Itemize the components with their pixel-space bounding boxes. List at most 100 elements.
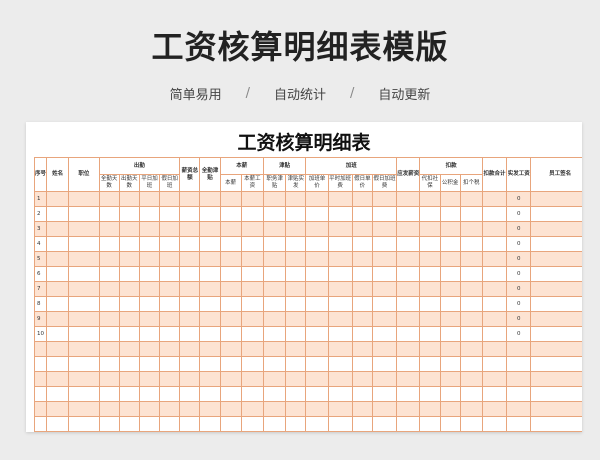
- table-cell[interactable]: [138, 311, 161, 327]
- table-cell[interactable]: [219, 326, 242, 342]
- table-cell[interactable]: [199, 206, 221, 222]
- table-cell[interactable]: [179, 236, 201, 252]
- table-cell[interactable]: [159, 371, 181, 387]
- table-cell[interactable]: [138, 206, 161, 222]
- table-cell[interactable]: [219, 206, 242, 222]
- table-cell[interactable]: [371, 281, 398, 297]
- table-cell[interactable]: [351, 236, 373, 252]
- table-cell[interactable]: [371, 311, 398, 327]
- table-cell[interactable]: [285, 401, 307, 417]
- table-cell[interactable]: [138, 401, 161, 417]
- row-seq-cell[interactable]: 4: [33, 236, 48, 252]
- table-cell[interactable]: [371, 251, 398, 267]
- table-cell[interactable]: [530, 326, 582, 342]
- table-cell[interactable]: [118, 401, 140, 417]
- table-cell[interactable]: [481, 266, 508, 282]
- table-cell[interactable]: [481, 311, 508, 327]
- table-cell[interactable]: [530, 221, 582, 237]
- table-cell[interactable]: [118, 386, 140, 402]
- table-cell[interactable]: [371, 371, 398, 387]
- table-cell[interactable]: [530, 281, 582, 297]
- table-cell[interactable]: [262, 206, 287, 222]
- table-cell[interactable]: [419, 356, 441, 372]
- table-cell[interactable]: [285, 206, 307, 222]
- table-cell[interactable]: [351, 326, 373, 342]
- row-seq-cell[interactable]: 10: [33, 326, 48, 342]
- table-cell[interactable]: [371, 341, 398, 357]
- table-cell[interactable]: [530, 416, 582, 432]
- table-cell[interactable]: [351, 191, 373, 207]
- table-cell[interactable]: [46, 296, 70, 312]
- table-cell[interactable]: [459, 401, 483, 417]
- table-cell[interactable]: [351, 221, 373, 237]
- table-cell[interactable]: [396, 251, 421, 267]
- table-cell[interactable]: [262, 221, 287, 237]
- table-cell[interactable]: [459, 221, 483, 237]
- table-cell[interactable]: [179, 356, 201, 372]
- table-cell[interactable]: [351, 356, 373, 372]
- table-cell[interactable]: [419, 326, 441, 342]
- table-cell[interactable]: [371, 206, 398, 222]
- net-pay-cell[interactable]: 0: [506, 326, 532, 342]
- table-cell[interactable]: [98, 236, 120, 252]
- table-cell[interactable]: [305, 296, 329, 312]
- table-cell[interactable]: [68, 236, 100, 252]
- table-cell[interactable]: [419, 206, 441, 222]
- table-cell[interactable]: [68, 251, 100, 267]
- table-cell[interactable]: [199, 296, 221, 312]
- table-cell[interactable]: [459, 206, 483, 222]
- table-cell[interactable]: [219, 266, 242, 282]
- table-cell[interactable]: [98, 341, 120, 357]
- row-seq-cell[interactable]: 2: [33, 206, 48, 222]
- table-cell[interactable]: [396, 236, 421, 252]
- table-cell[interactable]: [419, 191, 441, 207]
- table-cell[interactable]: [530, 266, 582, 282]
- table-cell[interactable]: [439, 191, 461, 207]
- table-cell[interactable]: [199, 341, 221, 357]
- table-cell[interactable]: [396, 206, 421, 222]
- table-cell[interactable]: [530, 386, 582, 402]
- table-cell[interactable]: [46, 341, 70, 357]
- table-cell[interactable]: [240, 221, 264, 237]
- table-cell[interactable]: [199, 266, 221, 282]
- table-cell[interactable]: [459, 191, 483, 207]
- table-cell[interactable]: [262, 356, 287, 372]
- table-cell[interactable]: [351, 311, 373, 327]
- net-pay-cell[interactable]: [506, 341, 532, 357]
- net-pay-cell[interactable]: [506, 416, 532, 432]
- table-cell[interactable]: [371, 356, 398, 372]
- table-cell[interactable]: [327, 206, 353, 222]
- table-cell[interactable]: [305, 341, 329, 357]
- table-cell[interactable]: [327, 266, 353, 282]
- row-seq-cell[interactable]: 3: [33, 221, 48, 237]
- table-cell[interactable]: [285, 356, 307, 372]
- table-cell[interactable]: [240, 341, 264, 357]
- table-cell[interactable]: [481, 356, 508, 372]
- table-cell[interactable]: [419, 281, 441, 297]
- table-cell[interactable]: [351, 281, 373, 297]
- table-cell[interactable]: [371, 386, 398, 402]
- table-cell[interactable]: [439, 401, 461, 417]
- table-cell[interactable]: [118, 266, 140, 282]
- table-cell[interactable]: [98, 356, 120, 372]
- table-cell[interactable]: [439, 206, 461, 222]
- table-cell[interactable]: [199, 221, 221, 237]
- table-cell[interactable]: [439, 251, 461, 267]
- table-cell[interactable]: [459, 251, 483, 267]
- table-cell[interactable]: [327, 236, 353, 252]
- table-cell[interactable]: [351, 401, 373, 417]
- table-cell[interactable]: [285, 371, 307, 387]
- net-pay-cell[interactable]: [506, 356, 532, 372]
- table-cell[interactable]: [396, 281, 421, 297]
- table-cell[interactable]: [98, 386, 120, 402]
- table-cell[interactable]: [118, 296, 140, 312]
- table-cell[interactable]: [285, 416, 307, 432]
- row-seq-cell[interactable]: [33, 356, 48, 372]
- table-cell[interactable]: [351, 296, 373, 312]
- row-seq-cell[interactable]: [33, 416, 48, 432]
- table-cell[interactable]: [262, 386, 287, 402]
- table-cell[interactable]: [159, 191, 181, 207]
- table-cell[interactable]: [240, 296, 264, 312]
- row-seq-cell[interactable]: 9: [33, 311, 48, 327]
- table-cell[interactable]: [219, 341, 242, 357]
